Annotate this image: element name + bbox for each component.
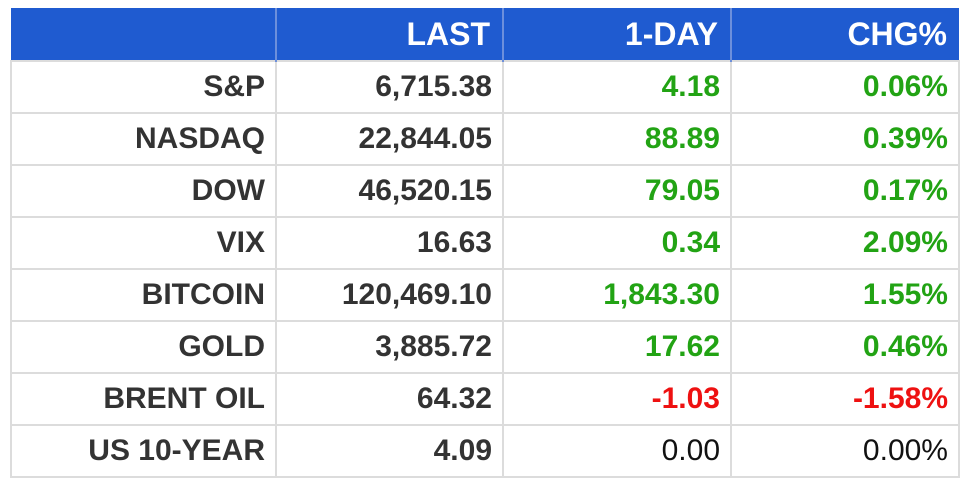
row-label: BRENT OIL <box>10 372 277 426</box>
change-percent: 1.55% <box>730 268 960 322</box>
header-1-day: 1-DAY <box>503 8 732 61</box>
table-header-row: LAST 1-DAY CHG% <box>11 8 959 61</box>
change-percent: 0.46% <box>730 320 960 374</box>
table-row: NASDAQ 22,844.05 88.89 0.39% <box>10 112 960 166</box>
change-percent: -1.58% <box>730 372 960 426</box>
change-percent: 0.17% <box>730 164 960 218</box>
row-label: GOLD <box>10 320 277 374</box>
table-row: S&P 6,715.38 4.18 0.06% <box>10 60 960 114</box>
change-percent: 0.06% <box>730 60 960 114</box>
change-percent: 0.39% <box>730 112 960 166</box>
one-day-change: 79.05 <box>502 164 732 218</box>
last-value: 6,715.38 <box>275 60 504 114</box>
last-value: 46,520.15 <box>275 164 504 218</box>
last-value: 4.09 <box>275 424 504 478</box>
header-chg-pct: CHG% <box>731 8 959 61</box>
row-label: BITCOIN <box>10 268 277 322</box>
last-value: 16.63 <box>275 216 504 270</box>
one-day-change: 0.00 <box>502 424 732 478</box>
one-day-change: -1.03 <box>502 372 732 426</box>
last-value: 3,885.72 <box>275 320 504 374</box>
change-percent: 0.00% <box>730 424 960 478</box>
one-day-change: 0.34 <box>502 216 732 270</box>
last-value: 22,844.05 <box>275 112 504 166</box>
row-label: US 10-YEAR <box>10 424 277 478</box>
market-summary-table: LAST 1-DAY CHG% S&P 6,715.38 4.18 0.06% … <box>10 8 960 478</box>
header-last: LAST <box>276 8 504 61</box>
row-label: S&P <box>10 60 277 114</box>
table-row: US 10-YEAR 4.09 0.00 0.00% <box>10 424 960 478</box>
one-day-change: 1,843.30 <box>502 268 732 322</box>
row-label: DOW <box>10 164 277 218</box>
one-day-change: 88.89 <box>502 112 732 166</box>
header-blank-cell <box>11 8 277 61</box>
one-day-change: 4.18 <box>502 60 732 114</box>
table-row: DOW 46,520.15 79.05 0.17% <box>10 164 960 218</box>
table-row: BITCOIN 120,469.10 1,843.30 1.55% <box>10 268 960 322</box>
last-value: 120,469.10 <box>275 268 504 322</box>
change-percent: 2.09% <box>730 216 960 270</box>
last-value: 64.32 <box>275 372 504 426</box>
table-row: VIX 16.63 0.34 2.09% <box>10 216 960 270</box>
row-label: NASDAQ <box>10 112 277 166</box>
one-day-change: 17.62 <box>502 320 732 374</box>
table-row: GOLD 3,885.72 17.62 0.46% <box>10 320 960 374</box>
table-row: BRENT OIL 64.32 -1.03 -1.58% <box>10 372 960 426</box>
row-label: VIX <box>10 216 277 270</box>
